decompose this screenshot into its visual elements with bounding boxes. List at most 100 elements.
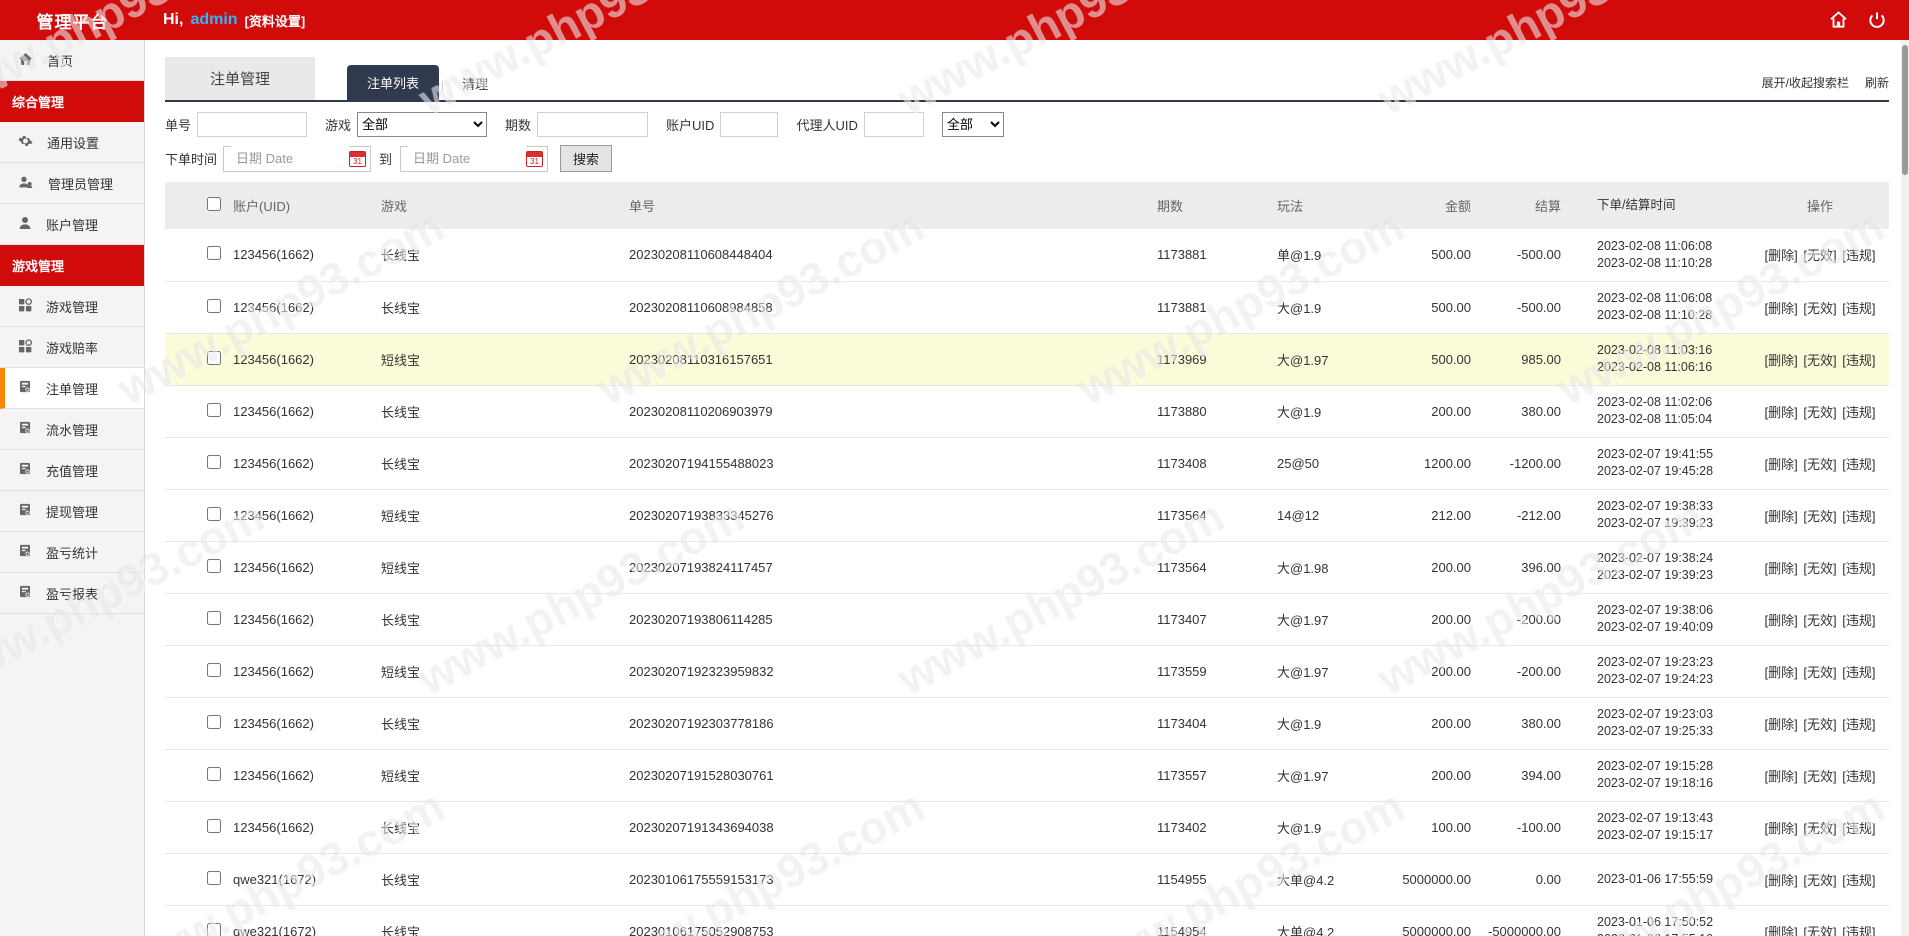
settle-time: 2023-02-08 11:10:28 [1597,255,1713,270]
col-time: 下单/结算时间 [1569,182,1751,229]
sidebar-item[interactable]: 游戏管理 [0,286,144,327]
invalid-action[interactable]: [无效] [1803,821,1836,836]
row-checkbox[interactable] [207,454,221,469]
violation-action[interactable]: [违规] [1842,769,1875,784]
violation-action[interactable]: [违规] [1842,405,1875,420]
toggle-search-bar-link[interactable]: 展开/收起搜索栏 [1762,74,1849,91]
row-checkbox[interactable] [207,402,221,417]
violation-action[interactable]: [违规] [1842,665,1875,680]
game-select[interactable]: 全部 [357,112,488,137]
sidebar-item[interactable]: 管理员管理 [0,163,144,204]
row-checkbox[interactable] [207,246,221,261]
invalid-action[interactable]: [无效] [1803,925,1836,936]
sidebar-item[interactable]: 流水管理 [0,409,144,450]
violation-action[interactable]: [违规] [1842,717,1875,732]
violation-action[interactable]: [违规] [1842,613,1875,628]
tab-order-list[interactable]: 注单列表 [347,65,440,100]
row-checkbox[interactable] [207,870,221,885]
invalid-action[interactable]: [无效] [1803,665,1836,680]
period-cell: 1173969 [1149,333,1269,386]
settle-cell: -212.00 [1479,489,1569,542]
row-checkbox[interactable] [207,662,221,677]
delete-action[interactable]: [删除] [1765,561,1798,576]
row-checkbox[interactable] [207,558,221,573]
sidebar-item-label: 管理员管理 [48,176,114,192]
row-checkbox[interactable] [207,922,221,936]
tab-cleanup[interactable]: 清理 [446,67,504,100]
violation-action[interactable]: [违规] [1842,561,1875,576]
row-checkbox[interactable] [207,818,221,833]
settle-cell: 0.00 [1479,853,1569,906]
profile-settings-link[interactable]: [资料设置] [245,11,306,30]
row-checkbox[interactable] [207,610,221,625]
violation-action[interactable]: [违规] [1842,353,1875,368]
account-uid-input[interactable] [720,112,779,137]
delete-action[interactable]: [删除] [1765,873,1798,888]
agent-uid-input[interactable] [863,112,924,137]
row-checkbox[interactable] [207,766,221,781]
sidebar-item[interactable]: 通用设置 [0,122,144,163]
invalid-action[interactable]: [无效] [1803,353,1836,368]
invalid-action[interactable]: [无效] [1803,717,1836,732]
delete-action[interactable]: [删除] [1765,665,1798,680]
invalid-action[interactable]: [无效] [1803,769,1836,784]
violation-action[interactable]: [违规] [1842,821,1875,836]
row-checkbox[interactable] [207,298,221,313]
vertical-scrollbar[interactable] [1901,40,1909,936]
invalid-action[interactable]: [无效] [1803,405,1836,420]
invalid-action[interactable]: [无效] [1803,457,1836,472]
sidebar-item[interactable]: 账户管理 [0,204,144,245]
scrollbar-thumb[interactable] [1902,45,1908,175]
power-logout-icon[interactable] [1867,10,1887,30]
status-select[interactable]: 全部 [941,112,1004,137]
delete-action[interactable]: [删除] [1765,925,1798,936]
row-checkbox[interactable] [207,350,221,365]
invalid-action[interactable]: [无效] [1803,248,1836,263]
sidebar-item[interactable]: 盈亏报表 [0,573,144,614]
date-to-input[interactable] [408,146,527,171]
game-cell: 长线宝 [373,853,621,906]
violation-action[interactable]: [违规] [1842,248,1875,263]
delete-action[interactable]: [删除] [1765,769,1798,784]
sidebar-item[interactable]: 充值管理 [0,450,144,491]
delete-action[interactable]: [删除] [1765,248,1798,263]
sidebar-item[interactable]: 首页 [0,40,144,81]
violation-action[interactable]: [违规] [1842,457,1875,472]
delete-action[interactable]: [删除] [1765,457,1798,472]
order-no-input[interactable] [197,112,308,137]
account-cell: 123456(1662) [225,593,373,646]
refresh-link[interactable]: 刷新 [1865,74,1889,91]
delete-action[interactable]: [删除] [1765,405,1798,420]
delete-action[interactable]: [删除] [1765,717,1798,732]
delete-action[interactable]: [删除] [1765,353,1798,368]
calendar-icon[interactable] [349,150,367,167]
invalid-action[interactable]: [无效] [1803,561,1836,576]
date-from-input[interactable] [231,146,350,171]
delete-action[interactable]: [删除] [1765,613,1798,628]
violation-action[interactable]: [违规] [1842,873,1875,888]
violation-action[interactable]: [违规] [1842,925,1875,936]
delete-action[interactable]: [删除] [1765,301,1798,316]
violation-action[interactable]: [违规] [1842,301,1875,316]
sidebar-item[interactable]: 提现管理 [0,491,144,532]
row-checkbox[interactable] [207,506,221,521]
row-checkbox[interactable] [207,714,221,729]
select-all-checkbox[interactable] [207,197,221,211]
invalid-action[interactable]: [无效] [1803,873,1836,888]
sidebar-item[interactable]: 游戏赔率 [0,327,144,368]
delete-action[interactable]: [删除] [1765,821,1798,836]
violation-action[interactable]: [违规] [1842,509,1875,524]
sidebar-item[interactable]: 盈亏统计 [0,532,144,573]
to-label: 到 [379,152,393,167]
delete-action[interactable]: [删除] [1765,509,1798,524]
agent-uid-label: 代理人UID [796,118,858,133]
invalid-action[interactable]: [无效] [1803,301,1836,316]
invalid-action[interactable]: [无效] [1803,613,1836,628]
account-cell: 123456(1662) [225,333,373,386]
home-icon[interactable] [1828,10,1849,30]
sidebar-item[interactable]: 注单管理 [0,368,144,409]
invalid-action[interactable]: [无效] [1803,509,1836,524]
search-button[interactable]: 搜索 [560,145,613,172]
period-input[interactable] [537,112,649,137]
calendar-icon[interactable] [526,150,544,167]
